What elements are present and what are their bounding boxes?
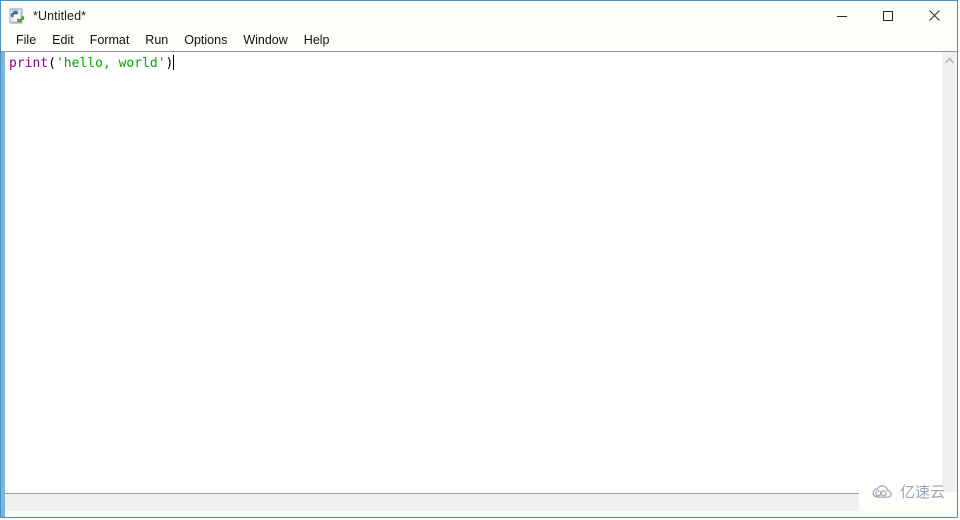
token-close-paren: ) bbox=[165, 56, 174, 71]
horizontal-scrollbar-thumb[interactable] bbox=[5, 495, 857, 511]
menu-bar: File Edit Format Run Options Window Help bbox=[1, 31, 957, 51]
scroll-up-button[interactable] bbox=[942, 52, 957, 69]
menu-item-edit[interactable]: Edit bbox=[44, 32, 82, 50]
menu-item-options[interactable]: Options bbox=[176, 32, 235, 50]
horizontal-scrollbar[interactable] bbox=[1, 492, 859, 517]
text-caret bbox=[173, 55, 175, 70]
minimize-icon bbox=[837, 15, 847, 17]
horizontal-scrollbar-track[interactable] bbox=[5, 493, 859, 511]
code-editor-area[interactable]: print('hello, world') bbox=[1, 52, 957, 492]
menu-item-format[interactable]: Format bbox=[82, 32, 138, 50]
python-idle-icon bbox=[9, 8, 26, 25]
token-builtin-print: print bbox=[9, 56, 49, 71]
title-bar: *Untitled* bbox=[1, 1, 957, 31]
token-open-paren: ( bbox=[48, 56, 56, 71]
menu-item-file[interactable]: File bbox=[8, 32, 44, 50]
chevron-up-icon bbox=[945, 57, 954, 64]
vertical-scrollbar-thumb[interactable] bbox=[943, 69, 957, 489]
cloud-logo-icon bbox=[872, 485, 892, 498]
maximize-button[interactable] bbox=[865, 1, 911, 30]
maximize-icon bbox=[883, 10, 893, 21]
window-controls bbox=[819, 1, 957, 31]
token-string-literal: 'hello, world' bbox=[55, 56, 166, 71]
window-title: *Untitled* bbox=[33, 8, 87, 23]
close-button[interactable] bbox=[911, 1, 957, 30]
menu-item-help[interactable]: Help bbox=[296, 32, 338, 50]
idle-editor-window: *Untitled* File Edit Format Run Options … bbox=[0, 0, 958, 518]
watermark-text: 亿速云 bbox=[900, 482, 946, 501]
minimize-button[interactable] bbox=[819, 1, 865, 30]
vertical-scrollbar[interactable] bbox=[941, 52, 957, 492]
menu-item-window[interactable]: Window bbox=[235, 32, 295, 50]
code-line: print('hello, world') bbox=[9, 55, 175, 72]
close-icon bbox=[928, 10, 940, 21]
watermark: 亿速云 bbox=[872, 484, 945, 500]
menu-item-run[interactable]: Run bbox=[137, 32, 176, 50]
